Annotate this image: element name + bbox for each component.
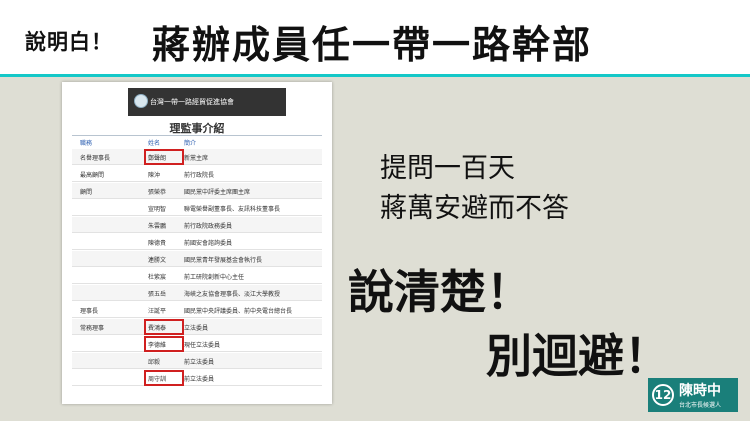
row-role: 常務理事 — [80, 325, 105, 332]
row-intro: 前工研院創新中心主任 — [184, 274, 245, 281]
table-row: 理事長 汪誕平 國民黨中央評議委員、前中央電台總台長 — [72, 302, 322, 318]
headline-dont-avoid: 別迴避！ — [486, 329, 670, 383]
website-screenshot: 台灣一帶一路經貿促進協會 理監事介紹 職務 姓名 簡介 名譽理事長 鄭聲朗 新黨主席… — [62, 82, 332, 404]
table-row: 名譽理事長 鄭聲朗 新黨主席 — [72, 149, 322, 165]
headline-clarify: 說清楚！ — [348, 265, 532, 319]
table-row: 李德維 現任立法委員 — [72, 336, 322, 352]
header-banner: 說明白！ 蔣辦成員任一帶一路幹部 — [0, 0, 750, 74]
highlight-box — [144, 149, 184, 165]
table-title: 理監事介紹 — [169, 122, 225, 135]
row-intro: 立法委員 — [184, 325, 209, 332]
row-intro: 國民黨青年發展基金會執行長 — [184, 257, 263, 264]
row-intro: 聯電榮譽副董事長、友訊科技董事長 — [184, 206, 281, 213]
header-prefix: 說明白！ — [25, 30, 113, 54]
table-row: 連勝文 國民黨青年發展基金會執行長 — [72, 251, 322, 267]
table-row: 杜紫宸 前工研院創新中心主任 — [72, 268, 322, 284]
table-row: 張五岳 海峽之友協會理事長、淡江大學教授 — [72, 285, 322, 301]
candidate-badge: 12 陳時中 台北市長候選人 — [648, 378, 738, 412]
header-title: 蔣辦成員任一帶一路幹部 — [152, 23, 593, 67]
row-role: 名譽理事長 — [80, 155, 111, 162]
row-intro: 前行政院政務委員 — [184, 223, 233, 230]
row-name: 朱雲鵬 — [148, 223, 167, 230]
row-intro: 海峽之友協會理事長、淡江大學教授 — [184, 291, 281, 298]
column-header-intro: 簡介 — [184, 140, 197, 147]
column-header-role: 職務 — [80, 140, 93, 147]
highlight-box — [144, 370, 184, 386]
row-intro: 現任立法委員 — [184, 342, 221, 349]
row-name: 張榮恭 — [148, 189, 167, 196]
table-row: 朱雲鵬 前行政院政務委員 — [72, 217, 322, 233]
row-name: 宣明智 — [148, 206, 167, 213]
row-name: 汪誕平 — [148, 308, 167, 315]
highlight-box — [144, 336, 184, 352]
row-role: 理事長 — [80, 308, 99, 315]
table-row: 邱毅 前立法委員 — [72, 353, 322, 369]
statement-line-2: 蔣萬安避而不答 — [380, 193, 569, 224]
association-banner: 台灣一帶一路經貿促進協會 — [128, 88, 286, 116]
table-row: 陳德貴 前國安會諮詢委員 — [72, 234, 322, 250]
row-intro: 前立法委員 — [184, 376, 215, 383]
header-accent-bar — [0, 74, 750, 77]
row-intro: 前行政院長 — [184, 172, 215, 179]
statement-line-1: 提問一百天 — [380, 153, 515, 184]
candidate-number: 12 — [652, 384, 674, 406]
table-row: 周守訓 前立法委員 — [72, 370, 322, 386]
table-header: 職務 姓名 簡介 — [72, 136, 322, 148]
row-intro: 國民黨中央評議委員、前中央電台總台長 — [184, 308, 293, 315]
row-name: 陳德貴 — [148, 240, 167, 247]
association-emblem-icon — [134, 94, 148, 108]
table-row: 顧問 張榮恭 國民黨中評委主席團主席 — [72, 183, 322, 199]
row-name: 杜紫宸 — [148, 274, 167, 281]
association-name: 台灣一帶一路經貿促進協會 — [150, 98, 234, 106]
highlight-box — [144, 319, 184, 335]
candidate-subtitle: 台北市長候選人 — [679, 402, 722, 409]
row-name: 陳沖 — [148, 172, 161, 179]
table-row: 常務理事 費鴻泰 立法委員 — [72, 319, 322, 335]
row-name: 連勝文 — [148, 257, 167, 264]
row-name: 邱毅 — [148, 359, 161, 366]
row-role: 最高顧問 — [80, 172, 105, 179]
row-intro: 前立法委員 — [184, 359, 215, 366]
row-role: 顧問 — [80, 189, 93, 196]
table-row: 最高顧問 陳沖 前行政院長 — [72, 166, 322, 182]
table-row: 宣明智 聯電榮譽副董事長、友訊科技董事長 — [72, 200, 322, 216]
row-intro: 新黨主席 — [184, 155, 209, 162]
row-intro: 國民黨中評委主席團主席 — [184, 189, 251, 196]
row-name: 張五岳 — [148, 291, 167, 298]
row-intro: 前國安會諮詢委員 — [184, 240, 233, 247]
column-header-name: 姓名 — [148, 140, 161, 147]
candidate-name: 陳時中 — [679, 383, 721, 399]
